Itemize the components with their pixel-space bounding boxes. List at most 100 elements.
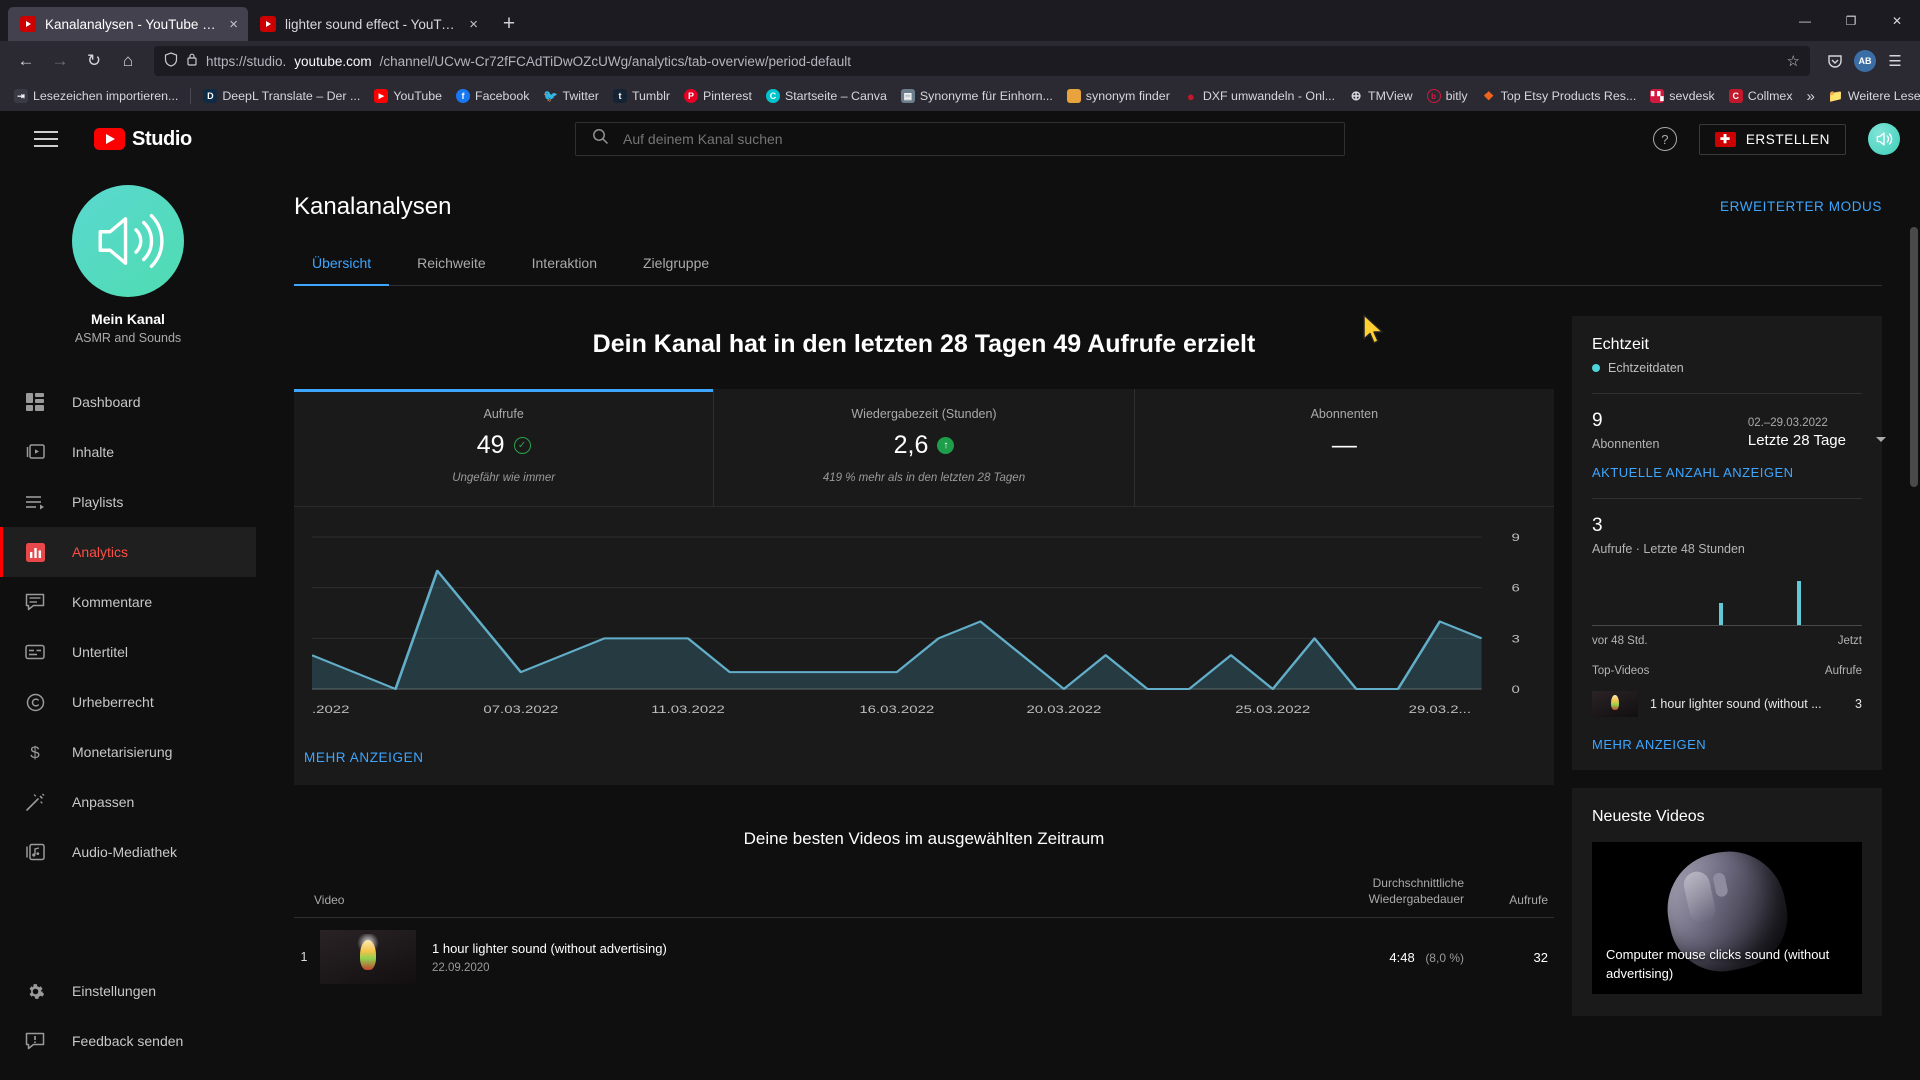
svg-text:11.03.2022: 11.03.2022 xyxy=(651,703,725,716)
live-dot-icon xyxy=(1592,364,1600,372)
date-range-dates: 02.–29.03.2022 xyxy=(1747,417,1828,429)
app-menu-button[interactable]: ☰ xyxy=(1880,46,1910,76)
table-row[interactable]: 1 1 hour lighter sound (without advertis… xyxy=(294,918,1554,996)
close-tab-icon[interactable]: × xyxy=(467,17,478,32)
metric-wiedergabezeit[interactable]: Wiedergabezeit (Stunden) 2,6 ↑ 419 % meh… xyxy=(714,389,1135,506)
help-icon[interactable]: ? xyxy=(1652,127,1677,151)
account-avatar[interactable]: AB xyxy=(1854,50,1876,72)
realtime-more-link[interactable]: MEHR ANZEIGEN xyxy=(1592,737,1862,752)
sidebar-item-dashboard[interactable]: Dashboard xyxy=(0,377,256,427)
metric-aufrufe[interactable]: Aufrufe 49 ✓ Ungefähr wie immer xyxy=(294,389,715,506)
bookmark-etsy[interactable]: ❖ Top Etsy Products Res... xyxy=(1476,86,1643,106)
new-tab-button[interactable]: + xyxy=(494,9,524,39)
bookmarks-bar: ⇥ Lesezeichen importieren... D DeepL Tra… xyxy=(0,81,1920,111)
minimize-button[interactable]: — xyxy=(1782,0,1828,41)
sidebar-item-analytics[interactable]: Analytics xyxy=(0,527,256,577)
realtime-views-count: 3 xyxy=(1592,515,1603,536)
realtime-top-videos-header: Top-Videos Aufrufe xyxy=(1592,665,1862,677)
sidebar-item-inhalte[interactable]: Inhalte xyxy=(0,427,256,477)
tab-uebersicht[interactable]: Übersicht xyxy=(294,245,390,286)
bookmark-star-icon[interactable]: ☆ xyxy=(1787,52,1800,70)
pocket-icon[interactable] xyxy=(1820,46,1850,76)
views-column-label: Aufrufe xyxy=(1824,665,1862,677)
chevron-down-icon[interactable] xyxy=(1876,437,1886,442)
bookmark-facebook[interactable]: f Facebook xyxy=(450,86,535,106)
divider xyxy=(1592,393,1862,394)
top-videos-title: Deine besten Videos im ausgewählten Zeit… xyxy=(743,829,1105,848)
browser-tab-1[interactable]: lighter sound effect - YouTube × xyxy=(248,7,488,41)
reload-button[interactable]: ↻ xyxy=(78,45,110,77)
svg-text:3: 3 xyxy=(1512,632,1520,645)
forward-button[interactable]: → xyxy=(44,45,76,77)
bookmark-synonyme[interactable]: ▤ Synonyme für Einhorn... xyxy=(895,86,1059,106)
sidebar-item-anpassen[interactable]: Anpassen xyxy=(0,777,256,827)
sidebar-item-untertitel[interactable]: Untertitel xyxy=(0,627,256,677)
facebook-icon: f xyxy=(456,89,471,103)
url-host: youtube.com xyxy=(294,53,372,69)
browser-tab-0[interactable]: Kanalanalysen - YouTube Studio × xyxy=(8,7,248,41)
search-input[interactable] xyxy=(623,131,1328,147)
bookmark-bitly[interactable]: b bitly xyxy=(1421,86,1474,106)
subtitles-icon xyxy=(24,644,46,660)
page-scrollbar[interactable] xyxy=(1908,167,1920,1080)
close-tab-icon[interactable]: × xyxy=(227,17,238,32)
metric-abonnenten[interactable]: Abonnenten — xyxy=(1135,389,1554,506)
shield-icon[interactable] xyxy=(164,52,178,70)
sidebar-item-monetarisierung[interactable]: $ Monetarisierung xyxy=(0,727,256,777)
back-button[interactable]: ← xyxy=(10,45,42,77)
show-current-count-link[interactable]: AKTUELLE ANZAHL ANZEIGEN xyxy=(1592,465,1862,480)
bookmark-twitter[interactable]: 🐦 Twitter xyxy=(537,86,605,106)
bookmarks-overflow-button[interactable]: » xyxy=(1801,85,1821,108)
avatar[interactable] xyxy=(1868,123,1900,155)
bookmark-collmex[interactable]: C Collmex xyxy=(1723,86,1799,106)
bookmark-canva[interactable]: C Startseite – Canva xyxy=(760,86,893,106)
top-videos-section: Deine besten Videos im ausgewählten Zeit… xyxy=(294,807,1554,996)
maximize-button[interactable]: ❐ xyxy=(1828,0,1874,41)
home-button[interactable]: ⌂ xyxy=(112,45,144,77)
bookmark-sevdesk[interactable]: ▘▚ sevdesk xyxy=(1644,86,1720,106)
search-bar[interactable] xyxy=(575,122,1345,156)
advanced-mode-link[interactable]: ERWEITERTER MODUS xyxy=(1720,199,1882,214)
create-button[interactable]: ✚ ERSTELLEN xyxy=(1698,123,1846,155)
close-window-button[interactable]: ✕ xyxy=(1874,0,1920,41)
scrollbar-thumb[interactable] xyxy=(1910,227,1918,487)
tab-zielgruppe[interactable]: Zielgruppe xyxy=(625,245,727,285)
computer-mouse-thumbnail[interactable]: Computer mouse clicks sound (without adv… xyxy=(1592,842,1862,994)
sidebar-item-einstellungen[interactable]: Einstellungen xyxy=(0,966,256,1016)
url-bar[interactable]: https://studio. youtube.com/channel/UCvw-… xyxy=(154,46,1810,76)
bookmark-synonym-finder[interactable]: synonym finder xyxy=(1061,86,1176,106)
canva-icon: C xyxy=(765,89,780,103)
list-item[interactable]: 1 hour lighter sound (without ... 3 xyxy=(1592,691,1862,717)
date-range-selector[interactable]: 02.–29.03.2022 Letzte 28 Tage xyxy=(1748,417,1886,449)
sidebar-item-urheberrecht[interactable]: Urheberrecht xyxy=(0,677,256,727)
bookmark-youtube[interactable]: ▶ YouTube xyxy=(368,86,448,106)
hamburger-icon[interactable] xyxy=(34,131,58,147)
youtube-favicon xyxy=(20,16,36,32)
lock-icon[interactable] xyxy=(186,52,198,70)
top-video-views: 3 xyxy=(1855,697,1862,711)
studio-logo[interactable]: Studio xyxy=(94,128,192,151)
bookmark-more-folder[interactable]: 📁 Weitere Lesezeichen xyxy=(1823,86,1920,106)
realtime-axis-left: vor 48 Std. xyxy=(1592,635,1648,647)
sidebar-item-audio-mediathek[interactable]: Audio-Mediathek xyxy=(0,827,256,877)
bookmark-tumblr[interactable]: t Tumblr xyxy=(607,86,676,106)
bookmark-tmview[interactable]: ⊕ TMView xyxy=(1343,86,1419,106)
tab-reichweite[interactable]: Reichweite xyxy=(399,245,503,285)
tab-interaktion[interactable]: Interaktion xyxy=(514,245,615,285)
svg-text:02.03.2022: 02.03.2022 xyxy=(312,703,349,716)
metric-label: Aufrufe xyxy=(483,407,524,421)
more-views-link[interactable]: MEHR ANZEIGEN xyxy=(294,738,1554,785)
bookmark-import[interactable]: ⇥ Lesezeichen importieren... xyxy=(8,86,184,106)
realtime-axis-labels: vor 48 Std. Jetzt xyxy=(1592,635,1862,647)
bookmark-dxf[interactable]: ● DXF umwandeln - Onl... xyxy=(1178,86,1341,106)
analytics-content: Dein Kanal hat in den letzten 28 Tagen 4… xyxy=(256,316,1920,1080)
views-chart[interactable]: 0 3 6 9 02.03.2022 07.03.2022 11.03.2022 16.03… xyxy=(275,507,1554,738)
bookmark-label: DXF umwandeln - Onl... xyxy=(1202,89,1336,103)
sidebar-item-kommentare[interactable]: Kommentare xyxy=(0,577,256,627)
sidebar-item-playlists[interactable]: Playlists xyxy=(0,477,256,527)
sidebar-item-feedback[interactable]: Feedback senden xyxy=(0,1016,256,1066)
bookmark-deepl[interactable]: D DeepL Translate – Der ... xyxy=(197,86,366,106)
bookmark-pinterest[interactable]: P Pinterest xyxy=(678,86,758,106)
sidebar-item-label: Audio-Mediathek xyxy=(72,844,178,860)
etsy-icon: ❖ xyxy=(1483,89,1494,103)
